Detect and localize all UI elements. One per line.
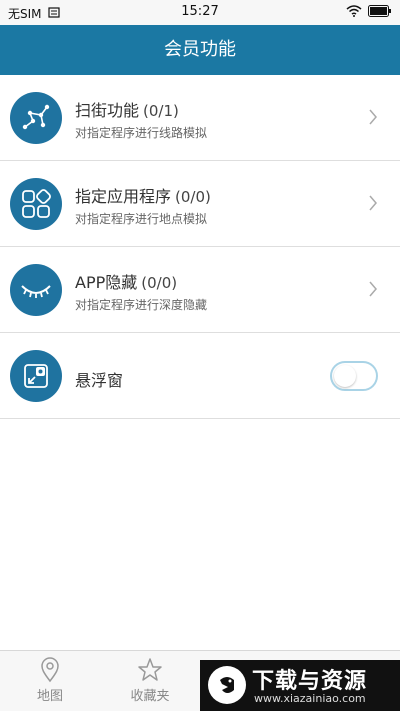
apps-grid-icon <box>10 178 62 230</box>
map-pin-icon <box>41 657 59 683</box>
row-subtitle: 对指定程序进行线路模拟 <box>75 126 208 140</box>
row-title: 指定应用程序 (0/0) <box>75 187 211 206</box>
chevron-right-icon <box>369 195 377 211</box>
chevron-right-icon <box>369 109 377 125</box>
row-subtitle: 对指定程序进行深度隐藏 <box>75 298 208 312</box>
closed-eye-icon <box>10 264 62 316</box>
feature-list: 扫街功能 (0/1) 对指定程序进行线路模拟 指定应用程序 (0/0) 对指定程序进… <box>0 75 400 419</box>
nav-item-map[interactable]: 地图 <box>20 657 80 704</box>
nav-label: 地图 <box>36 689 63 704</box>
watermark-banner: 下载与资源 www.xiazainiao.com <box>200 660 400 711</box>
row-title: 扫街功能 (0/1) <box>75 101 179 120</box>
row-subtitle: 对指定程序进行地点模拟 <box>75 212 208 226</box>
row-title: APP隐藏 (0/0) <box>75 273 178 292</box>
status-bar: 无SIM 15:27 <box>0 0 400 25</box>
page-title: 会员功能 <box>0 25 400 75</box>
toggle-knob <box>334 365 356 387</box>
bird-logo-icon <box>208 666 246 704</box>
wifi-icon <box>346 5 362 20</box>
floating-window-icon <box>10 350 62 402</box>
watermark-url: www.xiazainiao.com <box>254 692 366 705</box>
floating-window-toggle[interactable] <box>330 361 378 391</box>
nav-label: 收藏夹 <box>130 689 170 704</box>
star-icon <box>138 658 162 681</box>
row-title: 悬浮窗 <box>75 371 124 390</box>
row-specified-apps[interactable]: 指定应用程序 (0/0) 对指定程序进行地点模拟 <box>0 161 400 247</box>
status-time: 15:27 <box>181 4 219 19</box>
chevron-right-icon <box>369 281 377 297</box>
nav-item-favorites[interactable]: 收藏夹 <box>120 657 180 704</box>
row-floating-window: 悬浮窗 <box>0 333 400 419</box>
route-icon <box>10 92 62 144</box>
watermark-title: 下载与资源 <box>252 669 368 694</box>
row-app-hide[interactable]: APP隐藏 (0/0) 对指定程序进行深度隐藏 <box>0 247 400 333</box>
row-street-scan[interactable]: 扫街功能 (0/1) 对指定程序进行线路模拟 <box>0 75 400 161</box>
battery-icon <box>368 5 392 20</box>
